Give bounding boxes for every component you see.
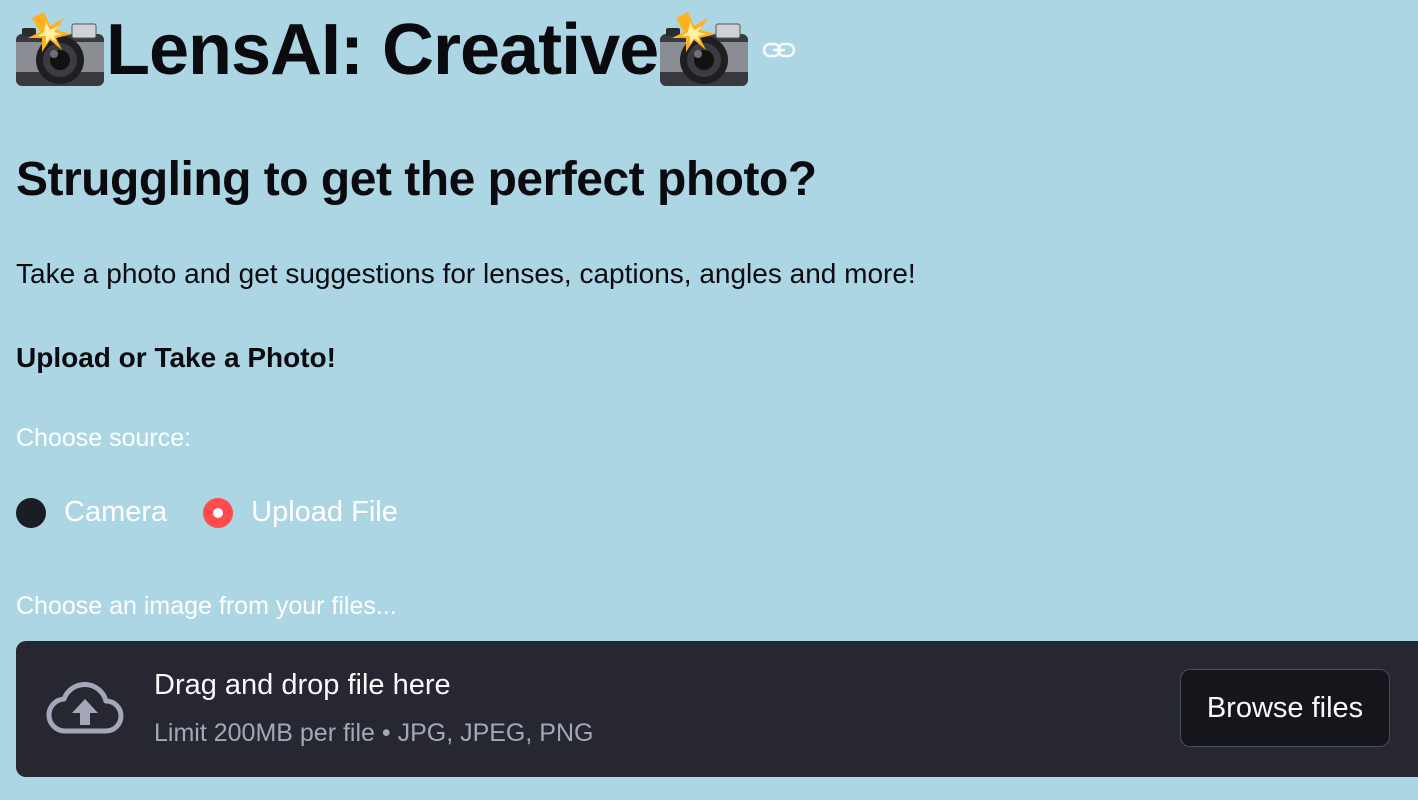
cloud-upload-icon bbox=[46, 681, 124, 734]
dropzone-title: Drag and drop file here bbox=[154, 669, 451, 701]
radio-upload-file-label[interactable]: Upload File bbox=[251, 496, 398, 529]
link-icon[interactable] bbox=[762, 39, 796, 61]
radio-camera-label[interactable]: Camera bbox=[64, 496, 167, 529]
file-dropzone[interactable]: Drag and drop file here Limit 200MB per … bbox=[16, 641, 1418, 777]
upload-heading: Upload or Take a Photo! bbox=[16, 342, 336, 373]
page-title: LensAI: Creative bbox=[106, 10, 659, 90]
source-label: Choose source: bbox=[16, 424, 192, 452]
browse-files-button[interactable]: Browse files bbox=[1180, 669, 1390, 747]
radio-selected-icon[interactable] bbox=[203, 497, 234, 528]
tagline-text: Take a photo and get suggestions for len… bbox=[16, 258, 916, 289]
title-row: LensAI: Creative bbox=[14, 0, 796, 100]
dropzone-limit-text: Limit 200MB per file • JPG, JPEG, PNG bbox=[154, 719, 594, 747]
source-radio-group: Camera Upload File bbox=[16, 496, 398, 529]
radio-unselected-icon[interactable] bbox=[16, 497, 46, 528]
page: LensAI: Creative Struggling to get the p… bbox=[0, 0, 1418, 800]
camera-with-flash-icon bbox=[660, 12, 749, 86]
radio-camera[interactable]: Camera bbox=[16, 496, 167, 529]
radio-upload-file[interactable]: Upload File bbox=[203, 496, 398, 529]
camera-with-flash-icon bbox=[16, 12, 104, 86]
subtitle-heading: Struggling to get the perfect photo? bbox=[16, 153, 817, 206]
file-uploader-label: Choose an image from your files... bbox=[16, 592, 397, 620]
